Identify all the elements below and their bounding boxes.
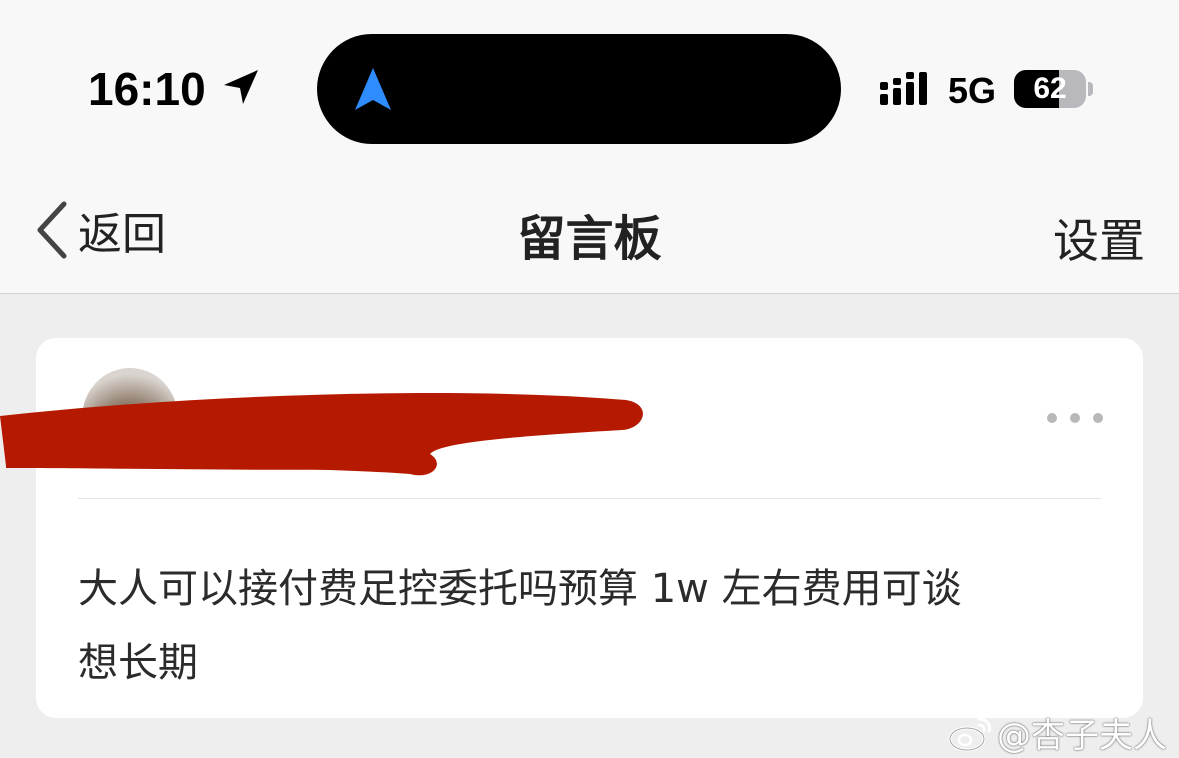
message-text: 大人可以接付费足控委托吗预算 1w 左右费用可谈 想长期: [78, 566, 962, 686]
dynamic-island: [317, 34, 841, 144]
watermark-text: @杏子夫人: [997, 716, 1167, 756]
navigation-arrow-icon: [355, 68, 391, 110]
page-title: 留言板: [517, 211, 662, 267]
settings-button[interactable]: 设置: [1053, 205, 1145, 271]
avatar[interactable]: [82, 368, 178, 468]
network-type: 5G: [948, 70, 997, 111]
location-arrow-icon: [224, 70, 258, 104]
nav-bar: 返回 留言板 设置: [0, 165, 1179, 294]
message-card: 15:05 大人可以接付费足控委托吗预算 1w 左右费用可谈 想长期: [0, 338, 1143, 718]
battery-level: 62: [1033, 72, 1067, 105]
more-dot-icon: [1093, 413, 1103, 423]
watermark: @杏子夫人: [947, 708, 1167, 757]
battery-indicator: 62: [1014, 70, 1086, 108]
battery-tip: [1088, 82, 1093, 96]
message-time: 15:05: [206, 434, 292, 472]
card-divider: [78, 498, 1101, 499]
status-time: 16:10: [88, 63, 206, 115]
weibo-logo-icon: [948, 717, 991, 751]
status-bar: 16:10 5G 62: [0, 0, 1179, 165]
more-dot-icon: [1047, 413, 1057, 423]
signal-bars-icon: [880, 72, 927, 105]
more-dot-icon: [1070, 413, 1080, 423]
more-options-button[interactable]: [1047, 410, 1103, 426]
